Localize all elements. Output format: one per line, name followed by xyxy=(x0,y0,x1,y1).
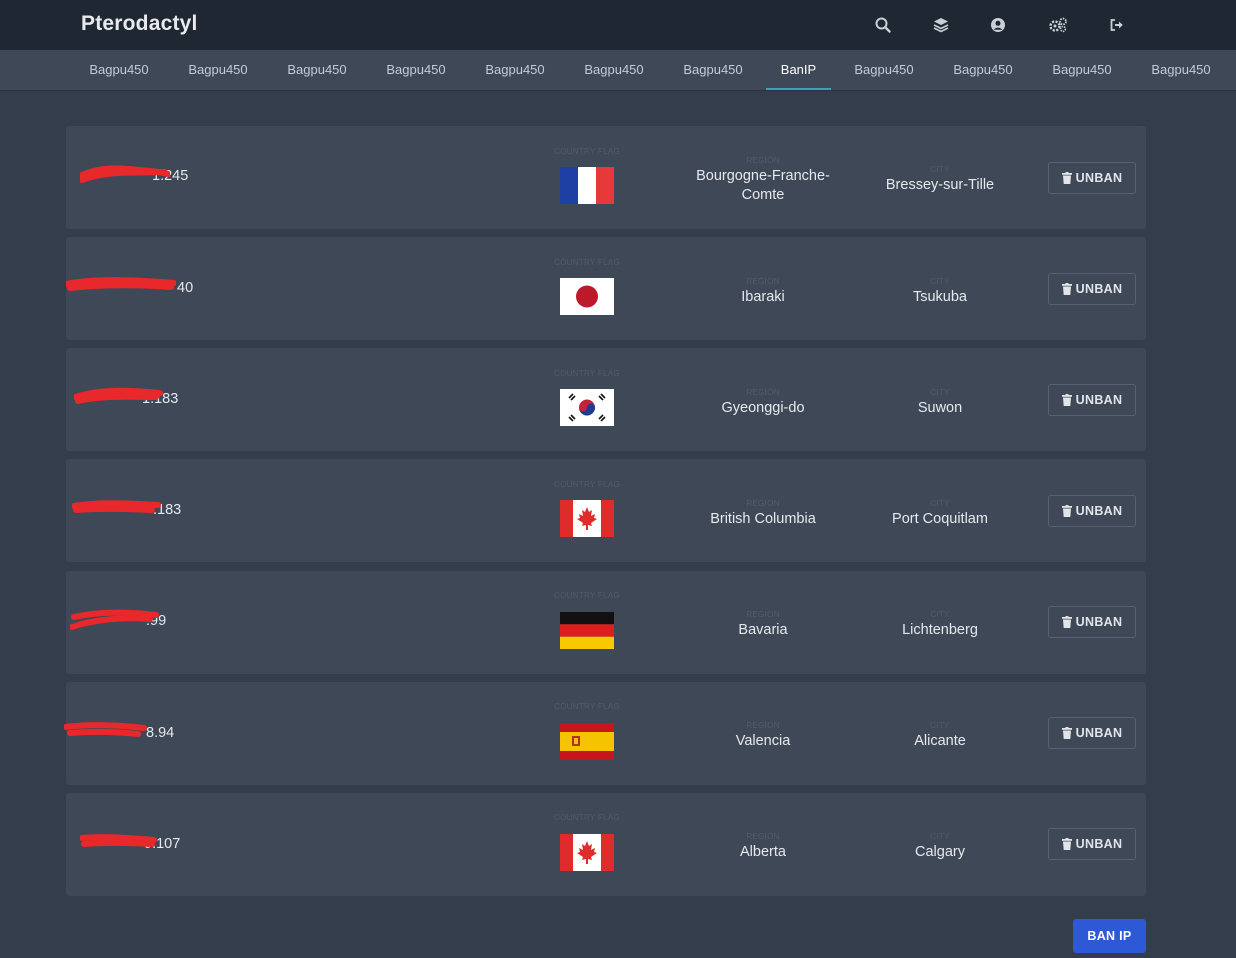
trash-icon xyxy=(1061,172,1072,184)
tab-bagpu450[interactable]: Bagpu450 xyxy=(1044,50,1120,90)
tab-bagpu450[interactable]: Bagpu450 xyxy=(945,50,1021,90)
ban-ip-button[interactable]: BAN IP xyxy=(1073,919,1146,953)
logout-icon[interactable] xyxy=(1106,14,1128,36)
city-value: Calgary xyxy=(915,844,965,860)
canada-flag xyxy=(560,834,614,871)
region-label: REGION xyxy=(746,277,780,286)
region-value: Ibaraki xyxy=(741,289,785,305)
layers-icon[interactable] xyxy=(930,14,952,36)
region-value: Bavaria xyxy=(738,622,788,638)
country-flag-label: COUNTRY FLAG xyxy=(554,147,620,156)
city-label: CITY xyxy=(930,832,950,841)
user-circle-icon[interactable] xyxy=(987,14,1009,36)
city-label: CITY xyxy=(930,721,950,730)
server-tab-bar: Bagpu450 Bagpu450 Bagpu450 Bagpu450 Bagp… xyxy=(0,50,1236,91)
region-label: REGION xyxy=(746,156,780,165)
ip-address: .99 xyxy=(70,609,320,630)
city-label: CITY xyxy=(930,610,950,619)
ban-row: .183 COUNTRY FLAG REGION British Columbi… xyxy=(66,459,1146,562)
tab-bagpu450[interactable]: Bagpu450 xyxy=(378,50,454,90)
ban-row: 9.107 COUNTRY FLAG REGION Alberta CITY C… xyxy=(66,793,1146,896)
tab-bagpu450[interactable]: Bagpu450 xyxy=(846,50,922,90)
city-value: Bressey-sur-Tille xyxy=(885,177,995,193)
trash-icon xyxy=(1061,394,1072,406)
city-label: CITY xyxy=(930,499,950,508)
unban-button[interactable]: UNBAN xyxy=(1048,495,1136,527)
ip-address: 1.245 xyxy=(80,165,320,184)
tab-bagpu450[interactable]: Bagpu450 xyxy=(279,50,355,90)
tab-bagpu450[interactable]: Bagpu450 xyxy=(675,50,751,90)
country-flag-label: COUNTRY FLAG xyxy=(554,591,620,600)
city-label: CITY xyxy=(930,277,950,286)
trash-icon xyxy=(1061,283,1072,295)
japan-flag xyxy=(560,278,614,315)
tab-bagpu450[interactable]: Bagpu450 xyxy=(180,50,256,90)
search-icon[interactable] xyxy=(872,14,894,36)
tab-bagpu450[interactable]: Bagpu450 xyxy=(81,50,157,90)
redaction-scribble xyxy=(80,834,157,847)
region-value: Valencia xyxy=(735,733,791,749)
cogs-icon[interactable] xyxy=(1047,14,1069,36)
country-flag-label: COUNTRY FLAG xyxy=(554,702,620,711)
region-value: Alberta xyxy=(740,844,786,860)
region-label: REGION xyxy=(746,721,780,730)
region-value: Gyeonggi-do xyxy=(721,400,805,416)
redaction-scribble xyxy=(74,387,163,404)
redaction-scribble xyxy=(66,277,176,291)
tab-bagpu450[interactable]: Bagpu450 xyxy=(576,50,652,90)
city-value: Port Coquitlam xyxy=(892,511,988,527)
city-value: Suwon xyxy=(917,400,963,416)
ban-row: .99 COUNTRY FLAG REGION Bavaria CITY Lic… xyxy=(66,571,1146,674)
redaction-scribble xyxy=(72,500,161,513)
redaction-scribble xyxy=(64,722,147,737)
ip-address: .183 xyxy=(72,500,320,518)
tab-banip[interactable]: BanIP xyxy=(766,50,831,90)
unban-button[interactable]: UNBAN xyxy=(1048,162,1136,194)
ip-address: 9.107 xyxy=(80,834,320,852)
trash-icon xyxy=(1061,616,1072,628)
app-logo-title[interactable]: Pterodactyl xyxy=(81,12,198,36)
ip-address: 40 xyxy=(66,277,320,296)
ban-row: 1.245 COUNTRY FLAG REGION Bourgogne-Fran… xyxy=(66,126,1146,229)
south-korea-flag xyxy=(560,389,614,426)
trash-icon xyxy=(1061,505,1072,517)
ban-row: 1.183 COUNTRY FLAG REGION Gyeonggi-do CI… xyxy=(66,348,1146,451)
region-label: REGION xyxy=(746,388,780,397)
unban-button[interactable]: UNBAN xyxy=(1048,606,1136,638)
redaction-scribble xyxy=(70,609,159,630)
canada-flag xyxy=(560,500,614,537)
tab-bagpu450[interactable]: Bagpu450 xyxy=(477,50,553,90)
city-label: CITY xyxy=(930,388,950,397)
ban-row: 40 COUNTRY FLAG REGION Ibaraki CITY Tsuk… xyxy=(66,237,1146,340)
city-value: Tsukuba xyxy=(912,289,967,305)
unban-button[interactable]: UNBAN xyxy=(1048,384,1136,416)
trash-icon xyxy=(1061,838,1072,850)
country-flag-label: COUNTRY FLAG xyxy=(554,813,620,822)
region-label: REGION xyxy=(746,832,780,841)
region-label: REGION xyxy=(746,610,780,619)
france-flag xyxy=(560,167,614,204)
top-navbar: Pterodactyl xyxy=(0,0,1236,50)
redaction-scribble xyxy=(80,165,170,183)
spain-flag xyxy=(560,723,614,760)
region-value: Bourgogne-Franche-Comte xyxy=(696,168,830,203)
country-flag-label: COUNTRY FLAG xyxy=(554,480,620,489)
region-label: REGION xyxy=(746,499,780,508)
city-value: Lichtenberg xyxy=(902,622,978,638)
unban-button[interactable]: UNBAN xyxy=(1048,828,1136,860)
ip-address: 1.183 xyxy=(74,387,320,407)
country-flag-label: COUNTRY FLAG xyxy=(554,258,620,267)
ip-address: 8.94 xyxy=(64,722,320,741)
city-label: CITY xyxy=(930,165,950,174)
unban-button[interactable]: UNBAN xyxy=(1048,273,1136,305)
region-value: British Columbia xyxy=(710,511,816,527)
trash-icon xyxy=(1061,727,1072,739)
country-flag-label: COUNTRY FLAG xyxy=(554,369,620,378)
germany-flag xyxy=(560,612,614,649)
unban-button[interactable]: UNBAN xyxy=(1048,717,1136,749)
tab-bagpu450[interactable]: Bagpu450 xyxy=(1143,50,1219,90)
city-value: Alicante xyxy=(914,733,966,749)
ban-row: 8.94 COUNTRY FLAG REGION Valencia CITY A… xyxy=(64,682,1146,785)
